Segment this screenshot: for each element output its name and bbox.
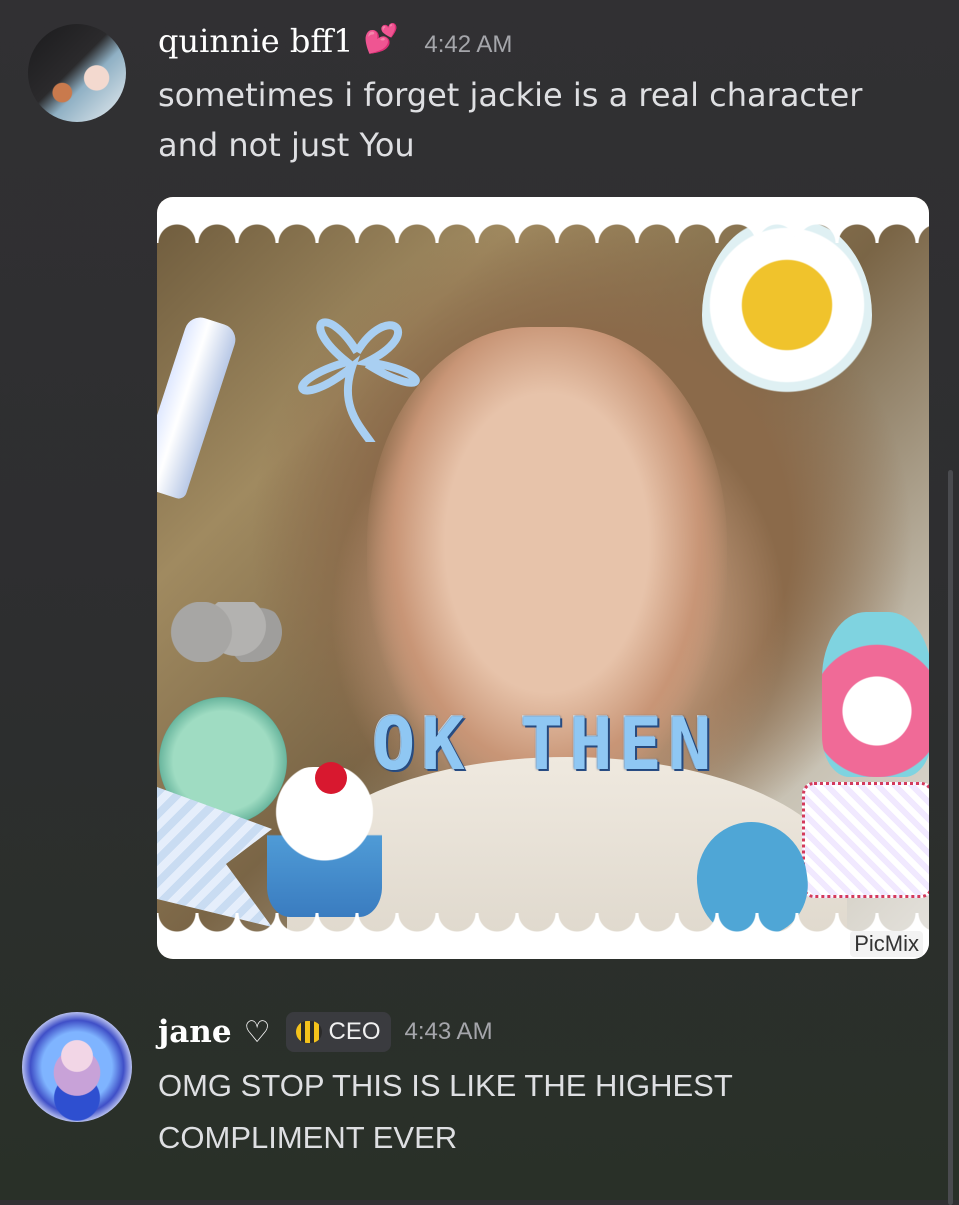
username[interactable]: quinnie bff1 xyxy=(158,22,353,60)
bee-icon xyxy=(296,1021,323,1043)
picmix-watermark: PicMix xyxy=(850,931,923,957)
message-text-line: and not just You xyxy=(158,126,415,164)
heart-outline-icon: ♡ xyxy=(243,1014,271,1050)
image-overlay-text: OK THEN xyxy=(372,702,718,786)
message-text-line: sometimes i forget jackie is a real char… xyxy=(158,76,863,114)
timestamp: 4:42 AM xyxy=(424,31,513,58)
rain-cloud-sticker xyxy=(167,602,282,662)
two-hearts-emoji-icon: 💕 xyxy=(363,22,399,55)
user-avatar[interactable] xyxy=(22,1012,132,1122)
ribbon-bow-sticker xyxy=(298,318,420,442)
bunny-cupcake-sticker xyxy=(822,612,929,777)
cherry-sticker xyxy=(315,762,347,794)
message-header: quinnie bff1 💕 4:42 AM xyxy=(158,22,512,60)
scalloped-border-bottom xyxy=(157,913,929,959)
pixel-dogs-sticker xyxy=(802,782,929,898)
baby-bottle-sticker xyxy=(157,313,240,501)
message-text-line: OMG STOP THIS IS LIKE THE HIGHEST xyxy=(158,1068,733,1103)
crying-cat-thought-bubble-sticker xyxy=(702,215,872,415)
timestamp: 4:43 AM xyxy=(404,1018,493,1045)
role-badge[interactable]: CEO xyxy=(286,1012,391,1052)
image-attachment[interactable]: OK THEN PicMix xyxy=(157,197,929,959)
scalloped-border-top xyxy=(157,197,929,243)
user-avatar[interactable] xyxy=(28,24,126,122)
message-text-line: COMPLIMENT EVER xyxy=(158,1120,458,1155)
message-text: sometimes i forget jackie is a real char… xyxy=(158,70,862,170)
role-badge-label: CEO xyxy=(328,1018,381,1045)
username[interactable]: jane xyxy=(158,1014,232,1050)
message-header: jane ♡ CEO 4:43 AM xyxy=(158,1012,493,1052)
message-text: OMG STOP THIS IS LIKE THE HIGHEST COMPLI… xyxy=(158,1060,733,1164)
scrollbar[interactable] xyxy=(948,470,953,1205)
